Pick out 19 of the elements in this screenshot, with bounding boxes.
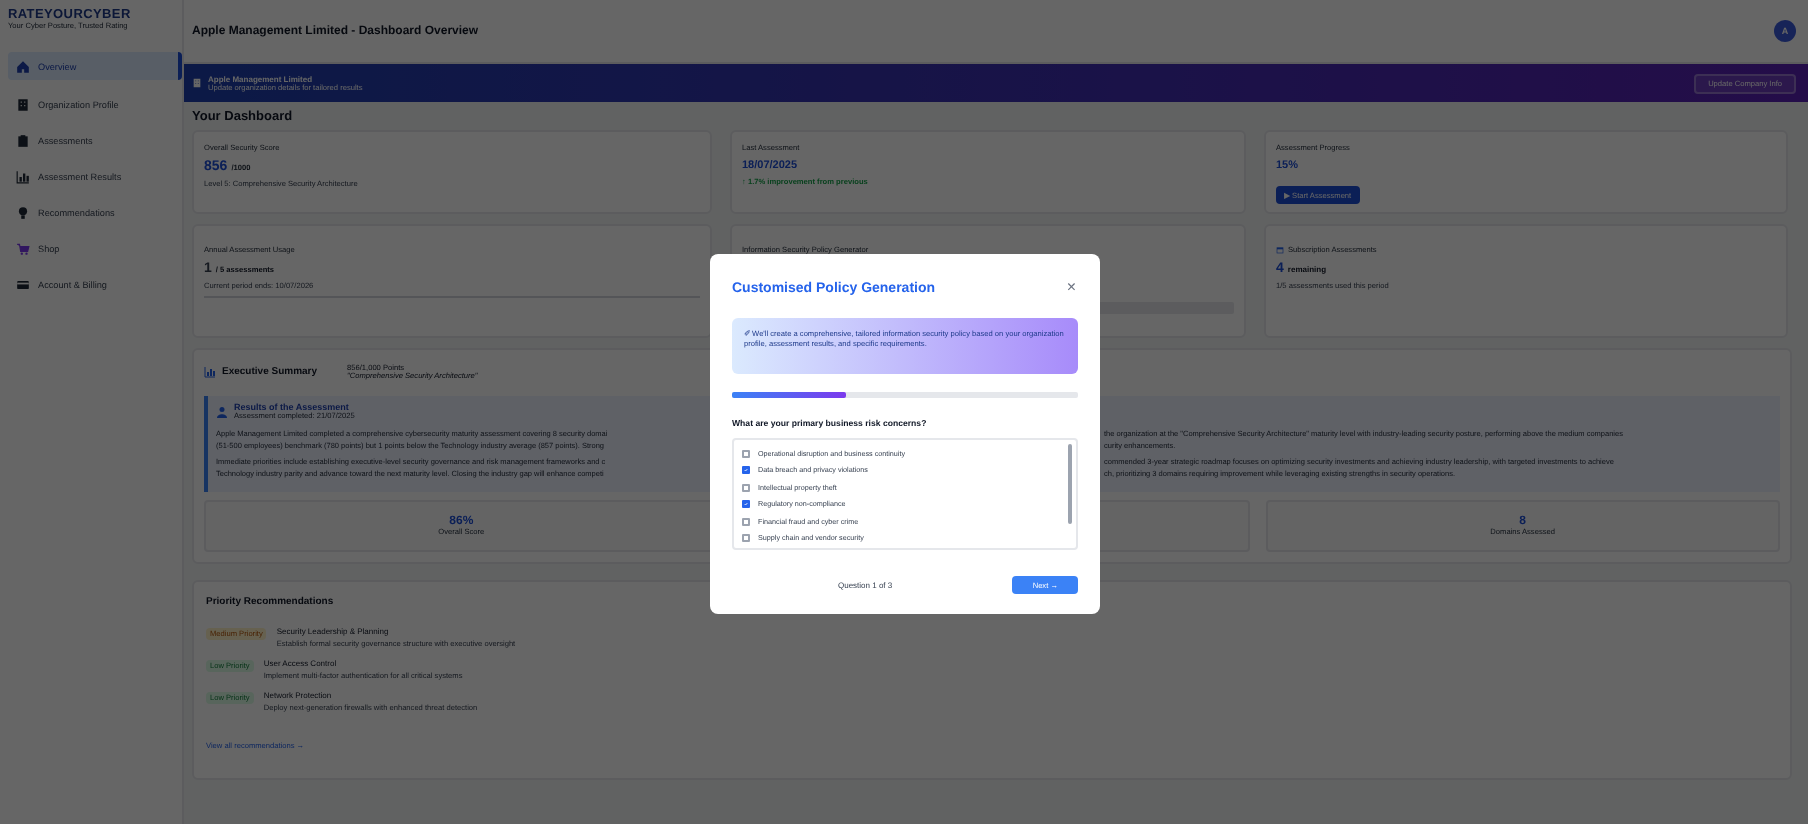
checkbox[interactable] xyxy=(742,449,750,458)
scrollbar[interactable] xyxy=(1068,444,1072,524)
checkbox[interactable] xyxy=(742,483,750,492)
checkbox[interactable] xyxy=(742,517,750,526)
calendar-icon xyxy=(1276,246,1284,254)
building-icon xyxy=(192,78,202,88)
credit-card-icon xyxy=(16,277,30,291)
lightbulb-icon xyxy=(16,205,30,219)
clipboard-icon xyxy=(16,133,30,147)
checkbox[interactable] xyxy=(742,466,750,475)
checkbox[interactable] xyxy=(742,534,750,543)
close-button[interactable]: × xyxy=(1064,280,1078,296)
cart-icon xyxy=(16,241,30,255)
chart-icon xyxy=(204,366,216,378)
chart-icon xyxy=(16,169,30,183)
building-icon xyxy=(16,97,30,111)
person-icon xyxy=(216,405,228,417)
home-icon xyxy=(16,59,30,73)
checkbox[interactable] xyxy=(742,500,750,509)
